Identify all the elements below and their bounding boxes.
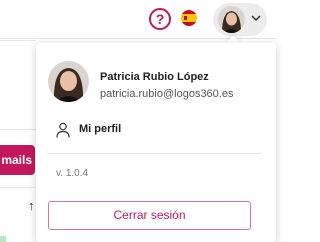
user-menu-toggle[interactable] <box>213 3 267 36</box>
divider <box>0 129 36 130</box>
user-email: patricia.rubio@logos360.es <box>100 88 234 100</box>
user-icon <box>56 122 70 138</box>
user-avatar <box>48 61 89 102</box>
menu-divider <box>48 153 262 154</box>
help-button[interactable]: ? <box>149 8 171 30</box>
app-version: v. 1.0.4 <box>56 168 89 179</box>
top-bar: ? <box>0 0 276 39</box>
emails-button[interactable]: mails <box>0 145 35 175</box>
menu-item-label: Mi perfil <box>79 123 122 135</box>
sort-icon[interactable]: ↑ <box>28 198 35 213</box>
chevron-down-icon <box>251 15 261 22</box>
status-indicator <box>0 236 6 242</box>
user-dropdown-menu: Patricia Rubio López patricia.rubio@logo… <box>36 43 276 242</box>
divider <box>0 187 36 188</box>
user-avatar <box>218 6 245 33</box>
menu-item-mi-perfil[interactable]: Mi perfil <box>48 120 263 140</box>
spain-flag-icon[interactable] <box>181 10 197 26</box>
divider <box>0 40 36 41</box>
logout-button[interactable]: Cerrar sesión <box>48 201 251 230</box>
user-name: Patricia Rubio López <box>100 71 209 83</box>
